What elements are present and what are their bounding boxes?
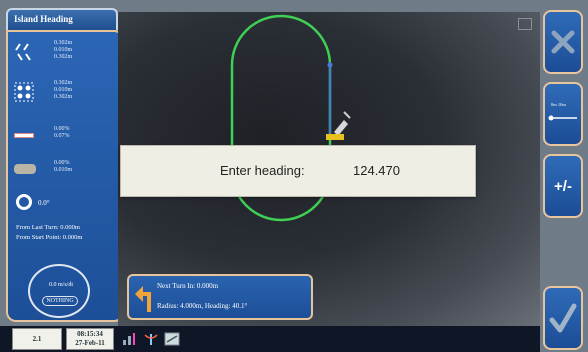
implement-icon: [14, 164, 36, 174]
stat-value: 0.010m: [54, 87, 73, 93]
dial-label: 0.0 m/s/dt: [48, 282, 73, 288]
stat-value: 0.302m: [54, 80, 73, 86]
stat-row-implement: 0.00% 0.010m: [14, 158, 120, 182]
screen-title: Island Heading: [6, 8, 118, 30]
stat-row-lanes: 0.302m 0.010m 0.302m: [14, 40, 120, 64]
stat-value: 0.010m: [54, 167, 73, 173]
clock-box: 08:15:34 27-Feb-11: [66, 328, 114, 350]
clock-date: 27-Feb-11: [75, 339, 105, 347]
signal-icon: [123, 333, 135, 345]
scale-label: 0m 10m: [551, 102, 566, 107]
turn-left-arrow-icon: [135, 286, 151, 312]
map-mode-icon[interactable]: [518, 18, 532, 30]
close-button[interactable]: [543, 10, 583, 74]
stat-row-coverage: 0.302m 0.010m 0.302m: [14, 80, 120, 104]
stat-value: 0.07%: [54, 133, 70, 139]
target-circle-icon: [16, 194, 32, 210]
next-turn-radius-heading: Radius: 4.000m, Heading: 40.1°: [157, 302, 248, 310]
stat-row-angle: 0.0°: [14, 192, 120, 216]
stat-value: 0.010m: [54, 47, 73, 53]
heading-value[interactable]: 124.470: [353, 163, 400, 178]
dial-mode-button[interactable]: NOTHING: [42, 296, 78, 306]
plus-minus-label: +/-: [554, 177, 572, 195]
status-bar: 2.1 08:15:34 27-Feb-11: [0, 326, 540, 352]
scale-bar-icon: [548, 115, 577, 121]
heading-label: Enter heading:: [220, 163, 305, 178]
angle-value: 0.0°: [38, 199, 50, 207]
close-icon: [551, 30, 575, 54]
checkmark-icon: [549, 303, 577, 333]
stat-value: 0.302m: [54, 94, 73, 100]
gps-status-icon: [164, 332, 180, 346]
next-turn-panel: Next Turn In: 0.000m Radius: 4.000m, Hea…: [127, 274, 313, 320]
diagonal-lanes-icon: [15, 43, 31, 61]
scale-button[interactable]: 0m 10m: [543, 82, 583, 146]
from-last-turn: From Last Turn: 0.000m: [16, 224, 80, 231]
left-info-panel: 0.302m 0.010m 0.302m 0.302m 0.010m 0.302…: [6, 30, 124, 322]
stat-value: 0.302m: [54, 54, 73, 60]
stat-row-overlap: 0.00% 0.07%: [14, 124, 120, 148]
from-start-point: From Start Point: 0.000m: [16, 234, 83, 241]
stat-value: 0.00%: [54, 126, 70, 132]
stat-value: 0.302m: [54, 40, 73, 46]
stat-value: 0.00%: [54, 160, 70, 166]
clock-time: 08:15:34: [77, 330, 103, 338]
dotted-square-icon: [14, 82, 34, 102]
confirm-button[interactable]: [543, 286, 583, 350]
heading-entry-dialog[interactable]: Enter heading: 124.470: [120, 145, 476, 197]
lane-line-icon: [14, 133, 34, 138]
antenna-icon: [144, 334, 158, 345]
right-toolbar: 0m 10m +/-: [540, 8, 588, 352]
plus-minus-button[interactable]: +/-: [543, 154, 583, 218]
speed-dial[interactable]: 0.0 m/s/dt NOTHING: [28, 264, 90, 318]
track-marker: [327, 62, 333, 68]
guidance-screen: Island Heading 0.302m 0.010m 0.302m 0.30…: [0, 0, 588, 352]
next-turn-distance: Next Turn In: 0.000m: [157, 282, 219, 290]
zoom-level: 2.1: [12, 328, 62, 350]
